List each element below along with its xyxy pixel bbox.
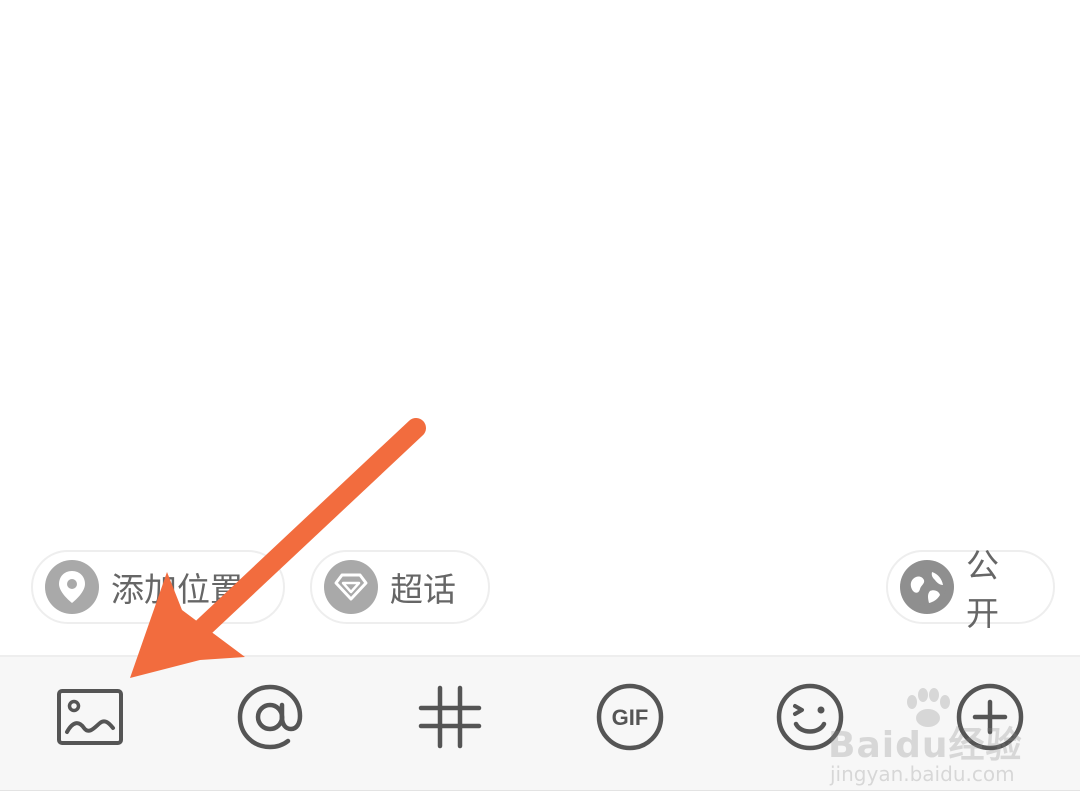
image-button[interactable]: [50, 677, 130, 757]
baidu-jingyan-watermark: Baidu经验 jingyan.baidu.com: [828, 688, 1028, 788]
add-location-chip[interactable]: 添加位置: [31, 550, 285, 624]
add-location-label: 添加位置: [111, 570, 243, 609]
globe-icon: [900, 560, 954, 614]
at-mention-icon: [237, 684, 303, 750]
watermark-url: jingyan.baidu.com: [830, 762, 1015, 786]
mention-button[interactable]: [230, 677, 310, 757]
super-topic-label: 超话: [390, 570, 456, 609]
bottom-divider: [0, 790, 1080, 810]
super-topic-chip[interactable]: 超话: [310, 550, 490, 624]
hashtag-icon: [418, 685, 482, 749]
visibility-chip[interactable]: 公开: [886, 546, 1055, 633]
compose-screen: 添加位置 超话 公开 GIF Baidu经验 jingyan.baidu.com: [0, 0, 1080, 810]
location-pin-icon: [45, 560, 99, 614]
watermark-brand: Baidu经验: [828, 725, 1023, 766]
hashtag-button[interactable]: [410, 677, 490, 757]
image-icon: [57, 689, 123, 745]
gif-button[interactable]: GIF: [590, 677, 670, 757]
compose-text-area[interactable]: [0, 0, 1080, 540]
gif-icon: GIF: [596, 683, 664, 751]
gif-icon-label: GIF: [612, 705, 649, 730]
visibility-label: 公开: [966, 546, 999, 633]
diamond-icon: [324, 560, 378, 614]
